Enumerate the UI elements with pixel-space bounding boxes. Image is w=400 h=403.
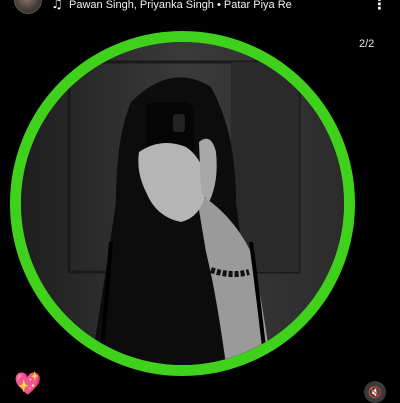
phone-camera: [173, 114, 185, 132]
slide-counter: 2/2: [359, 38, 375, 50]
avatar[interactable]: [14, 0, 42, 14]
more-options-icon[interactable]: ⋮: [372, 0, 387, 12]
post-image[interactable]: [10, 31, 355, 376]
music-note-icon: ♫: [51, 0, 63, 12]
song-title[interactable]: Pawan Singh, Priyanka Singh • Patar Piya…: [69, 0, 292, 11]
mute-icon: 🔇: [368, 385, 382, 399]
heart-sticker-icon[interactable]: 💖: [14, 373, 41, 397]
top-bar: ♫ Pawan Singh, Priyanka Singh • Patar Pi…: [0, 0, 400, 14]
photo-illustration: [21, 42, 344, 365]
profile-photo-ring: [10, 31, 355, 376]
